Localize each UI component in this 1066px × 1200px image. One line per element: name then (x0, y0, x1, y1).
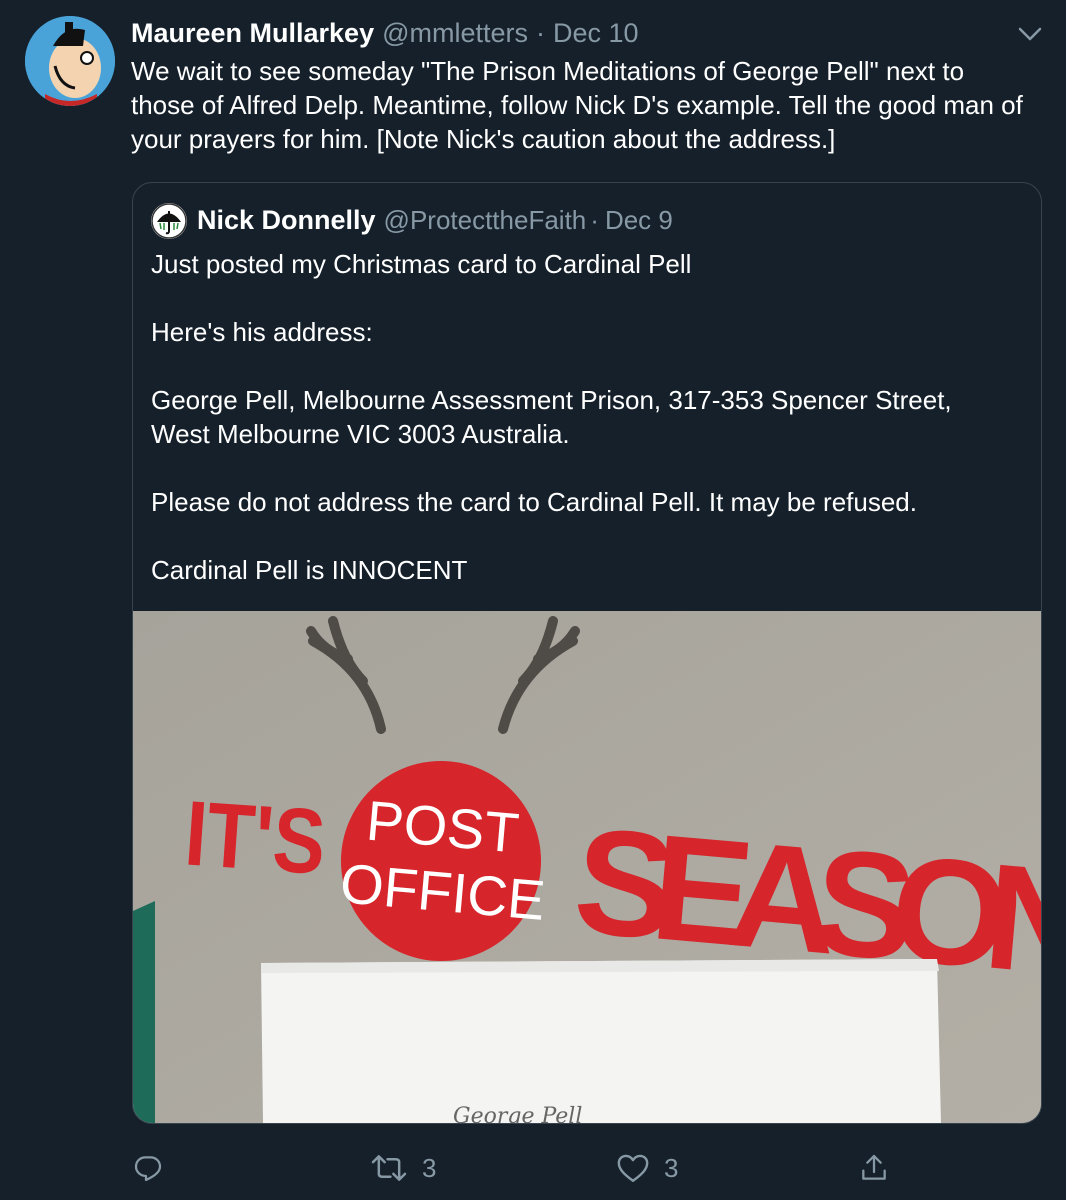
author-name[interactable]: Maureen Mullarkey (131, 18, 374, 49)
quoted-paragraph: Here's his address: (151, 317, 373, 347)
reply-icon (134, 1156, 162, 1182)
quoted-paragraph: Please do not address the card to Cardin… (151, 487, 917, 517)
quoted-tweet-date[interactable]: Dec 9 (605, 205, 673, 236)
quoted-tweet-text: Just posted my Christmas card to Cardina… (151, 247, 1011, 587)
quoted-paragraph: Cardinal Pell is INNOCENT (151, 555, 468, 585)
quoted-tweet-photo[interactable]: IT'S POST OFFICE SEASON George Pell (133, 611, 1041, 1123)
umbrella-icon (151, 203, 187, 239)
like-count: 3 (664, 1152, 679, 1183)
sign-left-text: IT'S (182, 783, 329, 895)
quoted-author-handle[interactable]: @ProtecttheFaith (384, 205, 587, 236)
separator-dot: · (590, 204, 599, 235)
avatar-image (25, 16, 115, 106)
green-panel (133, 901, 155, 1123)
separator-dot: · (536, 17, 546, 48)
post-office-sign-image: IT'S POST OFFICE SEASON George Pell (133, 611, 1041, 1123)
quoted-tweet-header: Nick Donnelly @ProtecttheFaith · Dec 9 (197, 201, 673, 239)
tweet-text: We wait to see someday "The Prison Medit… (131, 56, 1023, 154)
tweet-actions: 3 3 (132, 1148, 912, 1188)
tweet-date[interactable]: Dec 10 (553, 18, 639, 49)
quoted-author-avatar[interactable] (151, 203, 187, 239)
envelope: George Pell (261, 959, 941, 1123)
share-icon (862, 1154, 886, 1180)
quoted-paragraph: Just posted my Christmas card to Cardina… (151, 249, 692, 279)
quoted-tweet-card[interactable]: Nick Donnelly @ProtecttheFaith · Dec 9 J… (132, 182, 1042, 1124)
author-handle[interactable]: @mmletters (382, 18, 528, 49)
retweet-button[interactable]: 3 (370, 1148, 436, 1188)
retweet-icon (371, 1155, 407, 1181)
share-button[interactable] (858, 1148, 890, 1188)
chevron-down-icon[interactable] (1016, 24, 1044, 44)
author-avatar[interactable] (25, 16, 115, 106)
like-button[interactable]: 3 (616, 1148, 678, 1188)
tweet-header: Maureen Mullarkey @mmletters · Dec 10 (131, 16, 639, 50)
quoted-author-name[interactable]: Nick Donnelly (197, 205, 376, 236)
retweet-count: 3 (422, 1152, 437, 1183)
reply-button[interactable] (132, 1148, 164, 1188)
quoted-paragraph: George Pell, Melbourne Assessment Prison… (151, 385, 952, 449)
roundel-line1: POST (364, 789, 521, 865)
envelope-handwriting: George Pell (453, 1104, 582, 1123)
heart-icon (617, 1154, 649, 1182)
